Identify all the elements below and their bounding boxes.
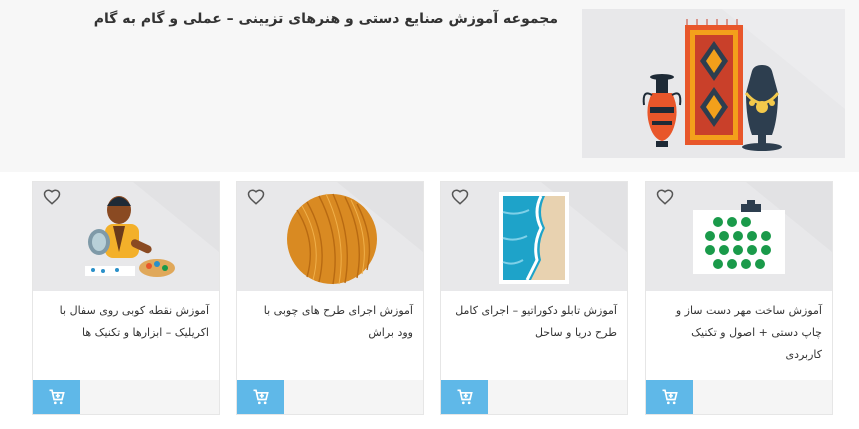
page-title: مجموعه آموزش صنایع دستی و هنرهای تزیینی … [93,11,558,27]
cart-icon [49,389,65,405]
product-title[interactable]: آموزش اجرای طرح های چوبی با وود براش [245,300,413,344]
product-title[interactable]: آموزش ساخت مهر دست ساز و چاپ دستی + اصول… [654,300,822,366]
add-to-cart-button[interactable] [441,380,488,414]
heart-icon[interactable] [656,188,674,206]
product-image[interactable] [441,182,627,291]
product-title[interactable]: آموزش نقطه کوبی روی سفال با اکریلیک – اب… [41,300,209,344]
card-footer [237,380,423,414]
product-title[interactable]: آموزش تابلو دکوراتیو – اجرای کامل طرح در… [449,300,617,344]
product-card[interactable]: آموزش ساخت مهر دست ساز و چاپ دستی + اصول… [645,181,833,415]
product-card[interactable]: آموزش نقطه کوبی روی سفال با اکریلیک – اب… [32,181,220,415]
crafts-illustration-icon[interactable] [582,9,845,158]
cart-icon [662,389,678,405]
heart-icon[interactable] [247,188,265,206]
card-footer [441,380,627,414]
card-footer [33,380,219,414]
hero-banner: مجموعه آموزش صنایع دستی و هنرهای تزیینی … [0,0,859,172]
add-to-cart-button[interactable] [33,380,80,414]
product-card[interactable]: آموزش تابلو دکوراتیو – اجرای کامل طرح در… [440,181,628,415]
product-image[interactable] [33,182,219,291]
card-footer [646,380,832,414]
add-to-cart-button[interactable] [646,380,693,414]
cart-icon [457,389,473,405]
cart-icon [253,389,269,405]
add-to-cart-button[interactable] [237,380,284,414]
heart-icon[interactable] [451,188,469,206]
product-image[interactable] [237,182,423,291]
product-card[interactable]: آموزش اجرای طرح های چوبی با وود براش [236,181,424,415]
product-image[interactable] [646,182,832,291]
heart-icon[interactable] [43,188,61,206]
